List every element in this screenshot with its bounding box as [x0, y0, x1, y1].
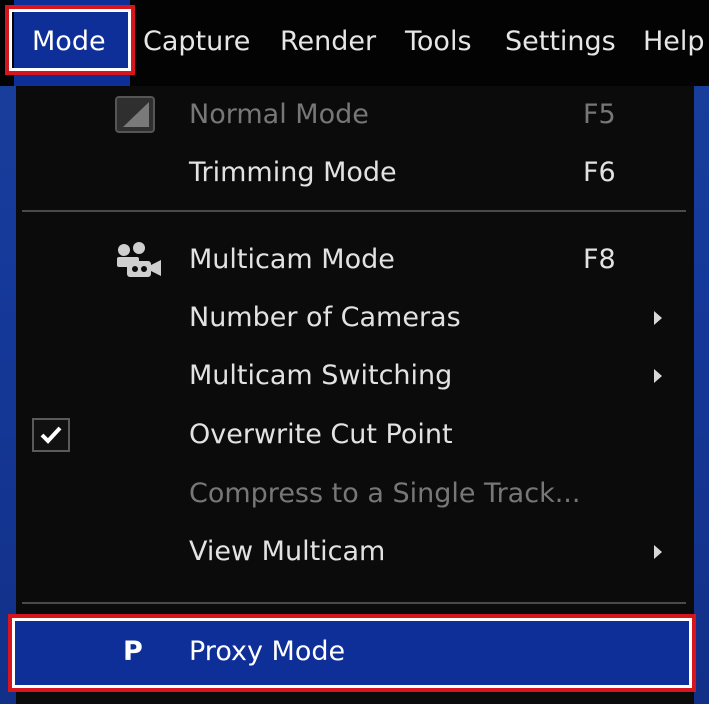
menu-item-label: Number of Cameras [189, 302, 461, 333]
checkmark-icon [32, 418, 70, 452]
menu-item-multicam-mode[interactable]: Multicam Mode F8 [16, 231, 694, 289]
normal-mode-icon [115, 96, 155, 133]
menu-item-label: Compress to a Single Track... [189, 478, 581, 509]
multicam-icon [117, 242, 161, 277]
menu-item-trimming-mode[interactable]: Trimming Mode F6 [16, 144, 694, 202]
menu-item-label: Multicam Switching [189, 360, 453, 391]
menu-help[interactable]: Help [643, 0, 705, 86]
submenu-arrow-icon [654, 545, 662, 559]
menu-render[interactable]: Render [280, 0, 376, 86]
shortcut-label: F8 [583, 244, 616, 275]
menu-item-overwrite-cut-point[interactable]: Overwrite Cut Point [16, 406, 694, 464]
mode-dropdown-menu: Normal Mode F5 Trimming Mode F6 Multicam… [16, 86, 694, 704]
proxy-p-icon: P [123, 636, 143, 667]
menu-capture[interactable]: Capture [143, 0, 250, 86]
menu-bar: Mode Capture Render Tools Settings Help [0, 0, 709, 86]
menu-mode[interactable]: Mode [14, 0, 130, 86]
shortcut-label: F5 [583, 99, 616, 130]
shortcut-label: F6 [583, 157, 616, 188]
menu-item-proxy-mode[interactable]: P Proxy Mode [16, 617, 694, 687]
menu-tools[interactable]: Tools [405, 0, 472, 86]
menu-item-number-of-cameras[interactable]: Number of Cameras [16, 289, 694, 347]
menu-item-normal-mode[interactable]: Normal Mode F5 [16, 86, 694, 144]
menu-item-view-multicam[interactable]: View Multicam [16, 523, 694, 581]
menu-item-label: Overwrite Cut Point [189, 419, 453, 450]
menu-separator [22, 602, 686, 604]
menu-settings[interactable]: Settings [505, 0, 616, 86]
submenu-arrow-icon [654, 369, 662, 383]
menu-separator [22, 210, 686, 212]
submenu-arrow-icon [654, 311, 662, 325]
menu-item-multicam-switching[interactable]: Multicam Switching [16, 347, 694, 405]
menu-item-label: Multicam Mode [189, 244, 395, 275]
menu-item-label: Proxy Mode [189, 636, 346, 667]
menu-item-compress-single-track[interactable]: Compress to a Single Track... [16, 465, 694, 523]
menu-item-label: Trimming Mode [189, 157, 397, 188]
menu-item-label: Normal Mode [189, 99, 369, 130]
menu-item-label: View Multicam [189, 536, 386, 567]
